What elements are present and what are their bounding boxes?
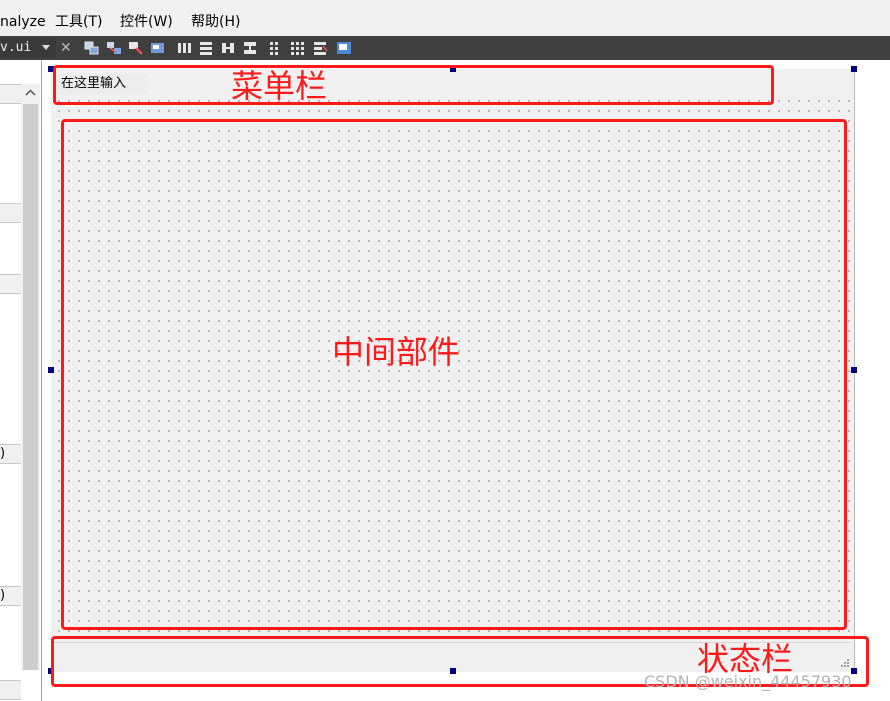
watermark: CSDN @weixin_44457930 (644, 672, 852, 691)
menu-tools[interactable]: 工具(T) (55, 13, 102, 31)
panel-category-row[interactable]: ) (0, 586, 21, 606)
layout-form-icon[interactable] (266, 40, 282, 56)
edit-signals-slots-icon[interactable] (106, 40, 122, 56)
resize-handle[interactable] (48, 367, 54, 373)
panel-category-row[interactable] (0, 203, 21, 223)
category-label-tail: ) (0, 588, 6, 603)
panel-category-row[interactable]: ) (0, 444, 21, 464)
layout-vertical-splitter-icon[interactable] (242, 40, 258, 56)
menu-bar: nalyze 工具(T) 控件(W) 帮助(H) (0, 0, 890, 36)
menu-help[interactable]: 帮助(H) (191, 13, 240, 31)
chevron-down-icon[interactable] (42, 45, 50, 50)
resize-handle[interactable] (851, 66, 857, 72)
layout-grid-icon[interactable] (289, 40, 305, 56)
panel-category-row[interactable] (0, 274, 21, 294)
edit-tab-order-icon[interactable] (150, 40, 166, 56)
left-dock-panel: ) ) (0, 60, 42, 701)
edit-widgets-icon[interactable] (84, 40, 100, 56)
break-layout-icon[interactable] (312, 40, 328, 56)
panel-header-row (0, 84, 21, 104)
layout-horizontal-splitter-icon[interactable] (220, 40, 236, 56)
file-name: v.ui (0, 40, 32, 55)
adjust-size-icon[interactable] (336, 40, 352, 56)
layout-vertical-icon[interactable] (198, 40, 214, 56)
resize-handle[interactable] (851, 367, 857, 373)
menu-analyze[interactable]: nalyze (0, 13, 46, 31)
central-widget-annotation-box (61, 119, 847, 630)
close-file-icon[interactable]: ✕ (60, 38, 74, 58)
edit-buddies-icon[interactable] (128, 40, 144, 56)
menubar-annotation-box (53, 65, 774, 105)
central-widget-annotation-label: 中间部件 (332, 333, 461, 371)
open-file-selector[interactable]: v.ui (0, 38, 56, 58)
category-label-tail: ) (0, 446, 6, 461)
scroll-up-icon[interactable] (21, 84, 40, 102)
scrollbar-thumb[interactable] (23, 104, 38, 670)
form-editor-toolbar: v.ui ✕ (0, 36, 890, 60)
menu-widgets[interactable]: 控件(W) (120, 13, 173, 31)
layout-horizontal-icon[interactable] (176, 40, 192, 56)
menubar-annotation-label: 菜单栏 (231, 67, 328, 105)
panel-category-row[interactable] (0, 680, 21, 700)
